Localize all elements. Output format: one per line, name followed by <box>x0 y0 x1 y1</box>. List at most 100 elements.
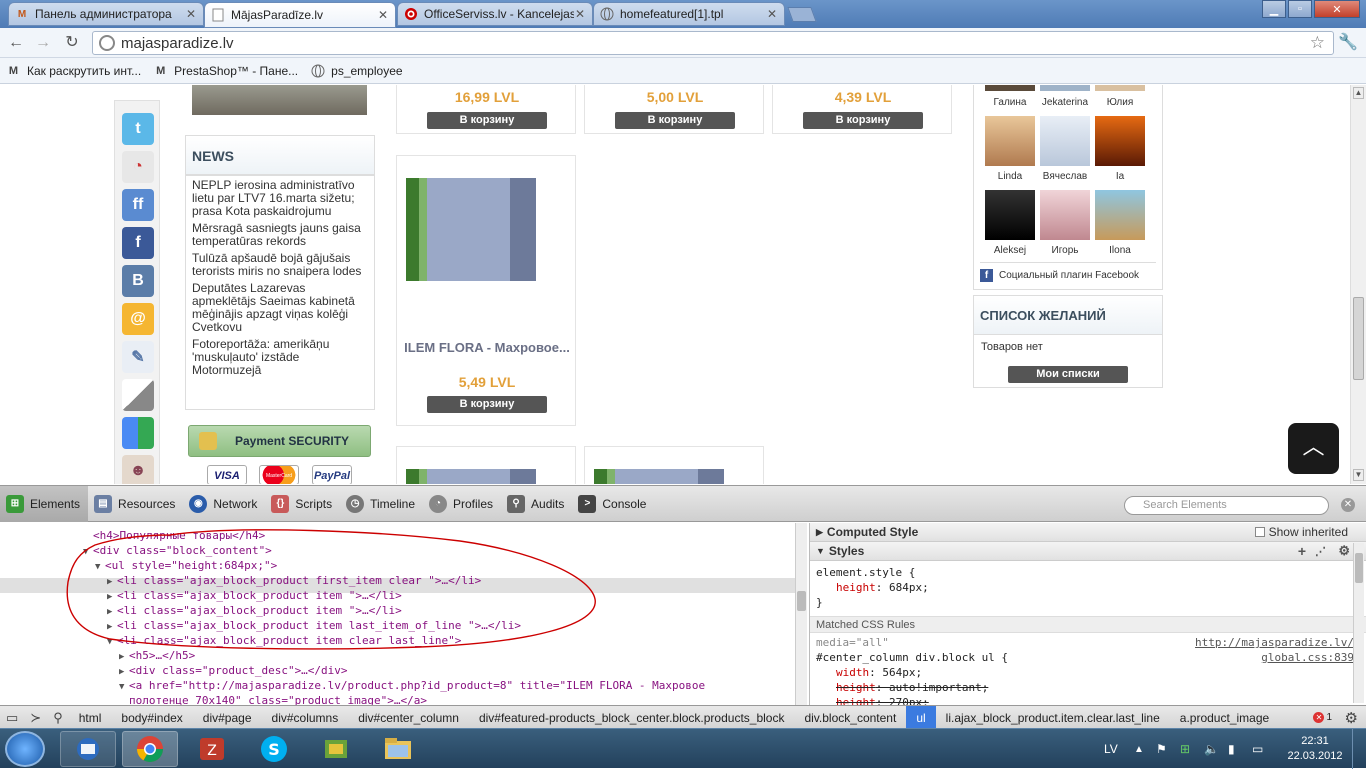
computed-style-header[interactable]: ▶ Computed Style Show inherited <box>810 523 1366 542</box>
close-icon[interactable]: ✕ <box>766 7 778 21</box>
add-to-cart-button[interactable]: В корзину <box>427 112 547 129</box>
facebook-social-plugin[interactable]: f Социальный плагин Facebook <box>980 262 1156 282</box>
address-bar[interactable]: majasparadize.lv ☆ <box>92 31 1334 55</box>
scrollbar-thumb[interactable] <box>1355 553 1363 583</box>
close-window-button[interactable]: ✕ <box>1314 0 1360 18</box>
avatar[interactable] <box>1040 85 1090 91</box>
add-to-cart-button[interactable]: В корзину <box>803 112 923 129</box>
news-item-link[interactable]: Deputātes Lazarevas apmeklētājs Saeimas … <box>192 282 368 334</box>
breadcrumb-item[interactable]: li.ajax_block_product.item.clear.last_li… <box>936 706 1170 730</box>
avatar[interactable] <box>1040 116 1090 166</box>
breadcrumb-item[interactable]: div#columns <box>262 706 349 730</box>
google-bookmarks-icon[interactable] <box>122 417 154 449</box>
scrollbar-thumb[interactable] <box>797 591 806 611</box>
add-to-cart-button[interactable]: В корзину <box>427 396 547 413</box>
close-icon[interactable]: ✕ <box>185 7 197 21</box>
dom-node-row[interactable]: полотенце 70x140" class="product_image">… <box>119 693 427 705</box>
close-icon[interactable]: ✕ <box>1341 498 1355 512</box>
styles-scrollbar[interactable] <box>1353 543 1364 703</box>
breadcrumb-item[interactable]: a.product_image <box>1170 706 1279 730</box>
scroll-down-arrow[interactable]: ▼ <box>1353 469 1364 481</box>
facebook-icon[interactable]: f <box>122 227 154 259</box>
clock[interactable]: 22:31 22.03.2012 <box>1284 734 1346 764</box>
media-center-icon[interactable] <box>308 731 364 767</box>
bookmark-item[interactable]: ps_employee <box>310 63 403 78</box>
news-item-link[interactable]: NEPLP ierosina administratīvo lietu par … <box>192 179 368 218</box>
news-item-link[interactable]: Mērsragā sasniegts jauns gaisa temperatū… <box>192 222 368 248</box>
friend-name[interactable]: Галина <box>980 97 1040 108</box>
skype-icon[interactable]: S <box>246 731 302 767</box>
product-name-link[interactable]: ILEM FLORA - Махровое... <box>397 340 577 356</box>
breadcrumb-item[interactable]: ul <box>906 705 936 730</box>
avatar[interactable] <box>1095 85 1145 91</box>
delicious-icon[interactable] <box>122 379 154 411</box>
tab-admin-panel[interactable]: M Панель администратора ✕ <box>8 2 204 26</box>
tab-resources[interactable]: ▤ Resources <box>88 486 183 522</box>
language-indicator[interactable]: LV <box>1104 729 1118 769</box>
avatar[interactable] <box>985 85 1035 91</box>
stylesheet-source-link[interactable]: global.css:839 <box>1261 650 1354 665</box>
chrome-icon[interactable] <box>122 731 178 767</box>
tab-elements[interactable]: ⊞ Elements <box>0 485 89 522</box>
scrollbar-thumb[interactable] <box>1353 297 1364 380</box>
twitter-icon[interactable]: t <box>122 113 154 145</box>
friend-name[interactable]: Aleksej <box>980 245 1040 256</box>
friend-name[interactable]: Ilona <box>1090 245 1150 256</box>
dom-tree-scrollbar[interactable] <box>795 523 807 705</box>
scroll-up-arrow[interactable]: ▲ <box>1353 87 1364 99</box>
show-inherited-checkbox[interactable]: Show inherited <box>1254 525 1348 539</box>
gear-icon[interactable]: ⚙ <box>1338 543 1350 559</box>
minimize-button[interactable]: ▁ <box>1262 0 1286 18</box>
wrench-icon[interactable]: 🔧 <box>1338 33 1358 53</box>
dom-node-row[interactable]: ▼ <a href="http://majasparadize.lv/produc… <box>119 678 705 693</box>
friend-name[interactable]: Ia <box>1090 171 1150 182</box>
volume-icon[interactable]: 🔈 <box>1204 729 1219 769</box>
news-item-link[interactable]: Fotoreportāža: amerikāņu 'muskuļauto' iz… <box>192 338 368 377</box>
tab-scripts[interactable]: {} Scripts <box>265 486 340 522</box>
friend-name[interactable]: Linda <box>980 171 1040 182</box>
tab-timeline[interactable]: ◷ Timeline <box>340 486 423 522</box>
my-lists-button[interactable]: Мои списки <box>1008 366 1128 383</box>
dom-node-row[interactable]: ▶ <div class="product_desc">…</div> <box>119 663 348 678</box>
network-tray-icon[interactable]: ⊞ <box>1180 729 1190 769</box>
product-image[interactable] <box>594 469 724 484</box>
breadcrumb-item[interactable]: div.block_content <box>794 706 906 730</box>
css-declaration-overridden[interactable]: height: auto!important; <box>816 680 1360 695</box>
friend-name[interactable]: Юлия <box>1090 97 1150 108</box>
forward-arrow-icon[interactable]: → <box>33 33 53 53</box>
styles-header[interactable]: ▼ Styles + ⋰ ⚙ <box>810 542 1366 561</box>
tab-profiles[interactable]: ◔ Profiles <box>423 486 501 522</box>
avatar[interactable] <box>1095 190 1145 240</box>
stylesheet-link[interactable]: http://majasparadize.lv/ <box>1195 635 1354 650</box>
breadcrumb-item[interactable]: html <box>69 706 112 730</box>
myspace-icon[interactable]: ☻ <box>122 455 154 484</box>
tab-officeserviss[interactable]: OfficeServiss.lv - Kancelejas ✕ <box>397 2 593 26</box>
console-drawer-icon[interactable]: ≻ <box>24 710 47 726</box>
tab-homefeatured[interactable]: homefeatured[1].tpl ✕ <box>593 2 785 26</box>
add-rule-icon[interactable]: + <box>1298 543 1306 559</box>
tab-console[interactable]: > Console <box>572 486 654 522</box>
tab-network[interactable]: ◉ Network <box>183 486 265 522</box>
css-declaration[interactable]: width: 564px; <box>816 665 1360 680</box>
close-icon[interactable]: ✕ <box>377 8 389 22</box>
breadcrumb-item[interactable]: body#index <box>111 706 192 730</box>
search-elements-input[interactable]: Search Elements <box>1124 496 1329 515</box>
breadcrumb-item[interactable]: div#center_column <box>348 706 469 730</box>
flag-icon[interactable]: ⚑ <box>1156 729 1167 769</box>
signal-icon[interactable]: ▮ <box>1228 729 1235 769</box>
maximize-button[interactable]: ▫ <box>1288 0 1312 18</box>
news-item-link[interactable]: Tulūzā apšaudē bojā gājušais terorists m… <box>192 252 368 278</box>
page-scrollbar[interactable]: ▲ ▼ <box>1350 85 1366 484</box>
gear-icon[interactable]: ⚙ <box>1345 709 1358 727</box>
tab-majasparadize[interactable]: MājasParadīze.lv ✕ <box>204 2 396 28</box>
friend-name[interactable]: Игорь <box>1035 245 1095 256</box>
friend-name[interactable]: Вячеслав <box>1035 171 1095 182</box>
windows-start-button[interactable] <box>5 731 45 767</box>
add-to-cart-button[interactable]: В корзину <box>615 112 735 129</box>
breadcrumb-item[interactable]: div#page <box>193 706 262 730</box>
thunderbird-icon[interactable] <box>60 731 116 767</box>
dock-to-window-icon[interactable]: ▭ <box>0 710 24 726</box>
avatar[interactable] <box>1040 190 1090 240</box>
new-tab-button[interactable] <box>787 7 817 22</box>
css-declaration-overridden[interactable]: height: 270px; <box>816 695 1360 705</box>
